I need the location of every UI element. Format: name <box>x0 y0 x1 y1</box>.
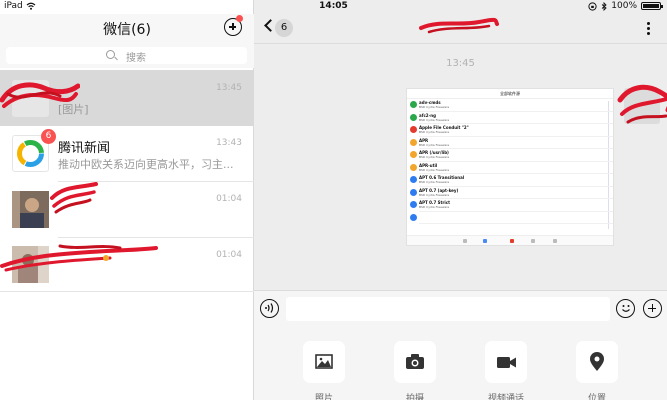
message-input-bar <box>254 290 667 326</box>
tool-label: 视频通话 <box>487 394 524 400</box>
chat-list-header: 微信(6) <box>0 14 254 44</box>
screenshot-tabbar <box>407 235 613 245</box>
chat-preview: 推动中欧关系迈向更高水平，习主... <box>58 158 234 171</box>
battery-icon <box>641 2 663 10</box>
chat-item-1[interactable]: [图片] 13:45 <box>0 70 254 126</box>
self-avatar[interactable] <box>617 84 667 124</box>
more-options-icon[interactable] <box>647 22 651 37</box>
package-icon <box>410 113 417 121</box>
chat-time: 01:04 <box>216 194 242 204</box>
package-icon <box>410 126 417 133</box>
redaction-scribble <box>50 182 98 214</box>
message-timestamp: 13:45 <box>446 58 475 69</box>
search-placeholder: 搜索 <box>126 53 146 64</box>
search-input[interactable]: 搜索 <box>6 47 247 64</box>
screenshot-title: 全部软件源 <box>407 89 613 99</box>
screenshot-row: APT 0.7 Strict BSD Cydia Freeware <box>407 199 613 212</box>
screenshot-row: APT 0.6 Transitional BSD Cydia Freeware <box>407 174 613 187</box>
screenshot-row: APR-util BSD Cydia Freeware <box>407 162 613 174</box>
package-icon <box>410 188 417 196</box>
package-icon <box>410 138 417 146</box>
conversation-header: 6 <box>254 14 667 44</box>
screenshot-row: APT 0.7 (apt-key) BSD Cydia Freeware <box>407 187 613 199</box>
chat-item-2[interactable]: 6 腾讯新闻 推动中欧关系迈向更高水平，习主... 13:43 <box>0 126 254 182</box>
package-subtitle: BSD Cydia Freeware <box>419 155 450 159</box>
message-text-field[interactable] <box>286 297 610 321</box>
chat-time: 13:43 <box>216 138 242 148</box>
chat-name: 腾讯新闻 <box>58 141 111 156</box>
tool-video-call[interactable]: 视频通话 <box>484 341 528 400</box>
package-icon <box>410 151 417 158</box>
package-subtitle: BSD Cydia Freeware <box>419 167 450 172</box>
video-call-icon <box>497 357 516 368</box>
screenshot-row <box>407 212 613 224</box>
package-subtitle: BSD Cydia Freeware <box>419 105 450 109</box>
tool-camera[interactable]: 拍摄 <box>393 341 437 400</box>
package-icon <box>410 213 417 221</box>
notification-dot <box>236 15 243 22</box>
back-unread-count[interactable]: 6 <box>275 19 293 37</box>
tool-label: 拍摄 <box>405 394 424 400</box>
chat-item-3[interactable]: 01:04 <box>0 182 254 238</box>
chat-time: 01:04 <box>216 250 242 260</box>
redaction-scribble <box>419 17 499 34</box>
package-subtitle: BSD Cydia Freeware <box>419 205 450 209</box>
package-subtitle: BSD Cydia Freeware <box>419 130 450 134</box>
package-subtitle: BSD Cydia Freeware <box>419 142 450 147</box>
tool-label: 位置 <box>587 394 606 400</box>
screenshot-row: adv-cmds BSD Cydia Freeware <box>407 99 613 112</box>
avatar <box>12 191 49 228</box>
package-icon <box>410 163 417 171</box>
package-subtitle: BSD Cydia Freeware <box>419 192 450 197</box>
voice-input-icon[interactable] <box>260 299 279 318</box>
battery-percent: 100% <box>611 1 637 11</box>
package-subtitle: BSD Cydia Freeware <box>419 117 450 122</box>
package-subtitle: BSD Cydia Freeware <box>419 180 450 184</box>
search-bar: 搜索 <box>0 44 254 68</box>
chat-list-pane: 微信(6) 搜索 [图片] 13:45 6 腾讯新闻 推动中欧关系迈向更高水平，… <box>0 0 254 400</box>
status-time: 14:05 <box>319 1 348 11</box>
app-window: iPad 14:05 100% 微信(6) 搜索 [图片] 13:45 6 腾讯… <box>0 0 667 400</box>
status-bar: iPad 14:05 100% <box>0 0 667 14</box>
screenshot-row: APR (/usr/lib) BSD Cydia Freeware <box>407 149 613 162</box>
more-functions-button[interactable] <box>643 299 662 318</box>
unread-badge: 6 <box>41 129 56 144</box>
chat-time: 13:45 <box>216 83 242 93</box>
emoji-icon[interactable] <box>616 299 635 318</box>
package-icon <box>410 176 417 183</box>
photo-icon <box>315 354 333 369</box>
redaction-scribble <box>0 82 80 108</box>
function-panel: 照片 拍摄 视频通话 位置 <box>254 326 667 400</box>
chat-preview: [图片] <box>58 103 89 116</box>
screenshot-row: afc2-ng BSD Cydia Freeware <box>407 112 613 124</box>
chat-item-4[interactable]: 01:04 <box>0 238 254 294</box>
camera-icon <box>406 354 424 369</box>
screenshot-row: APR BSD Cydia Freeware <box>407 137 613 149</box>
conversation-pane: 6 13:45 全部软件源 adv-cmds BSD Cydia Freeware… <box>254 0 667 400</box>
page-title: 微信(6) <box>103 22 151 38</box>
location-icon <box>590 352 604 371</box>
redaction-scribble <box>0 244 158 272</box>
image-message[interactable]: 全部软件源 adv-cmds BSD Cydia Freeware afc2-ng B… <box>406 88 614 246</box>
screenshot-row: Apple File Conduit "2" BSD Cydia Freeware <box>407 124 613 137</box>
tool-location[interactable]: 位置 <box>575 341 619 400</box>
bluetooth-icon <box>601 1 607 11</box>
screenshot-list: adv-cmds BSD Cydia Freeware afc2-ng BSD Cyd… <box>407 99 613 224</box>
divider <box>0 291 254 292</box>
search-icon <box>106 50 115 59</box>
tool-label: 照片 <box>314 394 333 400</box>
package-icon <box>410 201 417 208</box>
tool-photos[interactable]: 照片 <box>302 341 346 400</box>
rotation-lock-icon <box>588 1 597 11</box>
redaction-scribble <box>617 84 667 124</box>
package-icon <box>410 101 417 108</box>
photo-avatar <box>12 191 49 228</box>
